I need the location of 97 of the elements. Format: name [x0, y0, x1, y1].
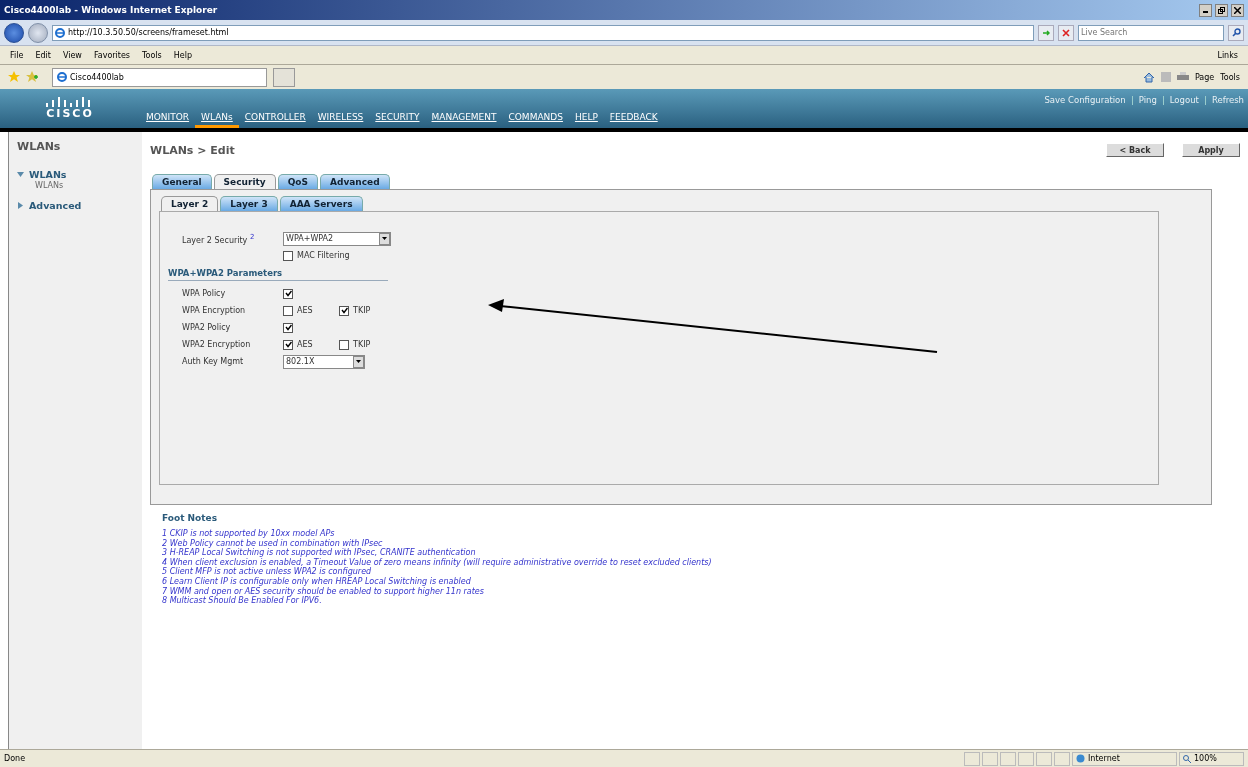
option-label: AES — [297, 340, 313, 349]
status-text: Done — [4, 754, 26, 763]
nav-tab[interactable]: SECURITY — [369, 112, 426, 128]
nav-tab[interactable]: CONTROLLER — [238, 112, 312, 128]
nav-tab[interactable]: MANAGEMENT — [425, 112, 503, 128]
checkbox[interactable] — [283, 288, 293, 299]
field-label: Layer 2 Security $^{2}$ — [181, 232, 256, 245]
footnote: 6 Learn Client IP is configurable only when HREAP Local Switching is enabled — [162, 576, 472, 587]
header-link[interactable]: Ping — [1138, 95, 1157, 105]
field-label: WPA Policy — [181, 289, 227, 298]
checkbox[interactable] — [283, 322, 293, 333]
field-label: WPA2 Policy — [181, 323, 232, 332]
menu-item[interactable]: Tools — [142, 50, 162, 60]
dropdown[interactable]: 802.1X — [283, 354, 365, 369]
nav-tab[interactable]: HELP — [568, 112, 604, 128]
print-icon[interactable] — [1176, 72, 1189, 82]
search-field[interactable]: Live Search — [1078, 24, 1224, 41]
header-link[interactable]: Refresh — [1211, 95, 1244, 105]
minimize-icon[interactable] — [1199, 3, 1212, 17]
sidebar-item[interactable]: WLANs — [17, 169, 134, 180]
checkbox[interactable] — [283, 339, 293, 350]
footnote: 5 Client MFP is not active unless WPA2 is configured — [162, 567, 373, 577]
form-button[interactable]: Apply — [1182, 143, 1240, 157]
tab[interactable]: Security — [213, 174, 276, 189]
search-icon[interactable] — [1228, 24, 1244, 41]
option-label: TKIP — [353, 306, 371, 315]
header-link[interactable]: Save Configuration — [1044, 95, 1126, 105]
footnote: 7 WMM and open or AES security should be enabled to support higher 11n rates — [162, 586, 485, 597]
dropdown-arrow-icon[interactable] — [382, 237, 387, 240]
status-pane — [1054, 751, 1070, 766]
sidebar-item[interactable]: Advanced — [17, 200, 134, 211]
menu-item[interactable]: Favorites — [93, 50, 130, 60]
nav-tab[interactable]: WIRELESS — [311, 112, 370, 128]
page-title: WLANs > Edit — [150, 143, 236, 157]
star-icon[interactable] — [8, 71, 20, 83]
command-button[interactable]: Page — [1194, 72, 1215, 82]
status-pane — [1036, 751, 1052, 766]
checkbox[interactable] — [339, 305, 349, 316]
footnote: 2 Web Policy cannot be used in combination with IPsec — [162, 538, 383, 549]
home-icon[interactable] — [1142, 71, 1155, 83]
nav-tab[interactable]: WLANs — [195, 112, 239, 128]
globe-icon — [1076, 754, 1085, 763]
option-label: TKIP — [353, 340, 371, 349]
tab[interactable]: Layer 2 — [161, 196, 219, 211]
tab[interactable]: QoS — [277, 174, 318, 189]
checkbox[interactable] — [283, 305, 293, 316]
collapsed-arrow-icon[interactable] — [17, 202, 24, 209]
checkbox[interactable] — [339, 339, 349, 350]
footnote: 3 H-REAP Local Switching is not supported with IPsec, CRANITE authentication — [162, 548, 477, 558]
expanded-arrow-icon[interactable] — [17, 171, 24, 178]
field-label: Auth Key Mgmt — [181, 357, 245, 366]
footnote: 1 CKIP is not supported by 10xx model APs — [162, 529, 336, 539]
close-icon[interactable] — [1231, 3, 1244, 17]
sidebar-subitem[interactable]: WLANs — [17, 181, 134, 190]
option-label: AES — [297, 306, 313, 315]
menu-item[interactable]: File — [10, 50, 24, 60]
browser-icon — [57, 72, 67, 82]
dropdown[interactable]: WPA+WPA2 — [283, 231, 391, 246]
sidebar-title: WLANs — [17, 140, 62, 153]
nav-tab[interactable]: MONITOR — [140, 112, 196, 128]
tab[interactable]: Layer 3 — [220, 196, 278, 211]
dropdown-arrow-icon[interactable] — [356, 360, 361, 363]
tab[interactable]: Advanced — [319, 174, 390, 189]
command-button[interactable]: Tools — [1220, 72, 1240, 82]
option-label: MAC Filtering — [297, 251, 350, 260]
field-label: WPA2 Encryption — [181, 340, 252, 349]
restore-icon[interactable] — [1215, 3, 1228, 17]
footnote: 8 Multicast Should Be Enabled For IPV6. — [162, 596, 323, 606]
back-icon[interactable] — [4, 22, 24, 43]
status-pane — [1000, 751, 1016, 766]
status-pane — [964, 751, 980, 766]
zoom-control[interactable]: 100% — [1179, 751, 1244, 766]
status-pane — [982, 751, 998, 766]
stop-icon[interactable] — [1058, 24, 1074, 41]
tab[interactable]: AAA Servers — [279, 196, 363, 211]
security-zone: Internet — [1072, 751, 1177, 766]
menu-item[interactable]: Help — [173, 50, 192, 60]
links-menu[interactable]: Links — [1217, 50, 1238, 60]
browser-icon — [55, 27, 65, 38]
window-title: Cisco4400lab - Windows Internet Explorer — [4, 5, 218, 15]
checkbox[interactable] — [283, 250, 293, 261]
zoom-icon — [1183, 754, 1191, 763]
menu-item[interactable]: Edit — [35, 50, 51, 60]
cisco-logo: CISCO — [0, 89, 140, 128]
address-field[interactable]: http://10.3.50.50/screens/frameset.html — [52, 24, 1034, 41]
nav-tab[interactable]: COMMANDS — [502, 112, 569, 128]
status-pane — [1018, 751, 1034, 766]
nav-tab[interactable]: FEEDBACK — [603, 112, 664, 128]
field-label: WPA Encryption — [181, 306, 247, 315]
form-button[interactable]: < Back — [1106, 143, 1164, 157]
header-link[interactable]: Logout — [1169, 95, 1199, 105]
footnotes-title: Foot Notes — [162, 513, 219, 523]
footnote: 4 When client exclusion is enabled, a Timeout Value of zero means infinity (will require administrative override to reset excluded clients) — [162, 557, 713, 567]
menu-item[interactable]: View — [62, 50, 82, 60]
section-title: WPA+WPA2 Parameters — [168, 268, 388, 281]
tab[interactable]: General — [152, 174, 212, 189]
browser-tab[interactable]: Cisco4400lab — [52, 67, 267, 87]
